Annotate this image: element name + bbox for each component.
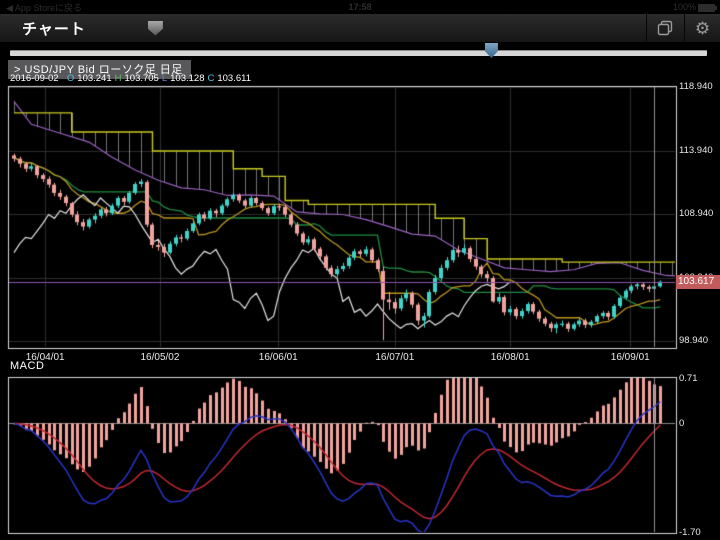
ohlc-readout: 2016-09-02 O103.241 H103.705L103.128C103.… bbox=[10, 73, 254, 84]
x-axis-label: 16/05/02 bbox=[134, 352, 186, 363]
page-title: チャート bbox=[22, 18, 86, 39]
low-value: 103.128 bbox=[170, 73, 204, 84]
clock: 17:58 bbox=[0, 2, 720, 12]
x-axis-label: 16/07/01 bbox=[369, 352, 421, 363]
y-axis-label: 118.940 bbox=[679, 81, 713, 92]
close-value: 103.611 bbox=[217, 73, 251, 84]
y-axis-label: 113.940 bbox=[679, 145, 713, 156]
y-axis-label: 108.940 bbox=[679, 208, 713, 219]
current-price-badge: 103.617 bbox=[676, 275, 720, 289]
close-label: C bbox=[207, 73, 214, 84]
status-bar: ◀ App Storeに戻る 17:58 100% bbox=[0, 0, 720, 14]
settings-button[interactable]: ⚙ bbox=[684, 14, 720, 42]
y-axis-label: 98.940 bbox=[679, 335, 708, 346]
quote-date: 2016-09-02 bbox=[10, 73, 59, 84]
x-axis-label: 16/08/01 bbox=[484, 352, 536, 363]
nav-bar: チャート ⚙ bbox=[0, 14, 720, 43]
overlapping-windows-icon bbox=[657, 20, 673, 36]
macd-axis-label: 0.71 bbox=[679, 373, 698, 384]
battery-percent: 100% bbox=[673, 2, 696, 12]
time-scrollbar-track[interactable] bbox=[10, 50, 707, 56]
battery-icon bbox=[698, 4, 715, 12]
high-label: H bbox=[115, 73, 122, 84]
time-scroll-row bbox=[0, 42, 720, 60]
gear-icon: ⚙ bbox=[695, 20, 710, 37]
low-label: L bbox=[162, 73, 167, 84]
macd-axis-label: 0 bbox=[679, 418, 684, 429]
x-axis-label: 16/09/01 bbox=[604, 352, 656, 363]
open-value: 103.241 bbox=[77, 73, 111, 84]
windows-button[interactable] bbox=[646, 14, 682, 42]
high-value: 103.705 bbox=[125, 73, 159, 84]
x-axis-label: 16/04/01 bbox=[19, 352, 71, 363]
macd-axis-label: -1.70 bbox=[679, 527, 701, 538]
chart-selector-icon[interactable] bbox=[148, 21, 163, 36]
app-window: ◀ App Storeに戻る 17:58 100% チャート ⚙ > USD/J… bbox=[0, 0, 720, 540]
x-axis-label: 16/06/01 bbox=[252, 352, 304, 363]
open-label: O bbox=[67, 73, 74, 84]
